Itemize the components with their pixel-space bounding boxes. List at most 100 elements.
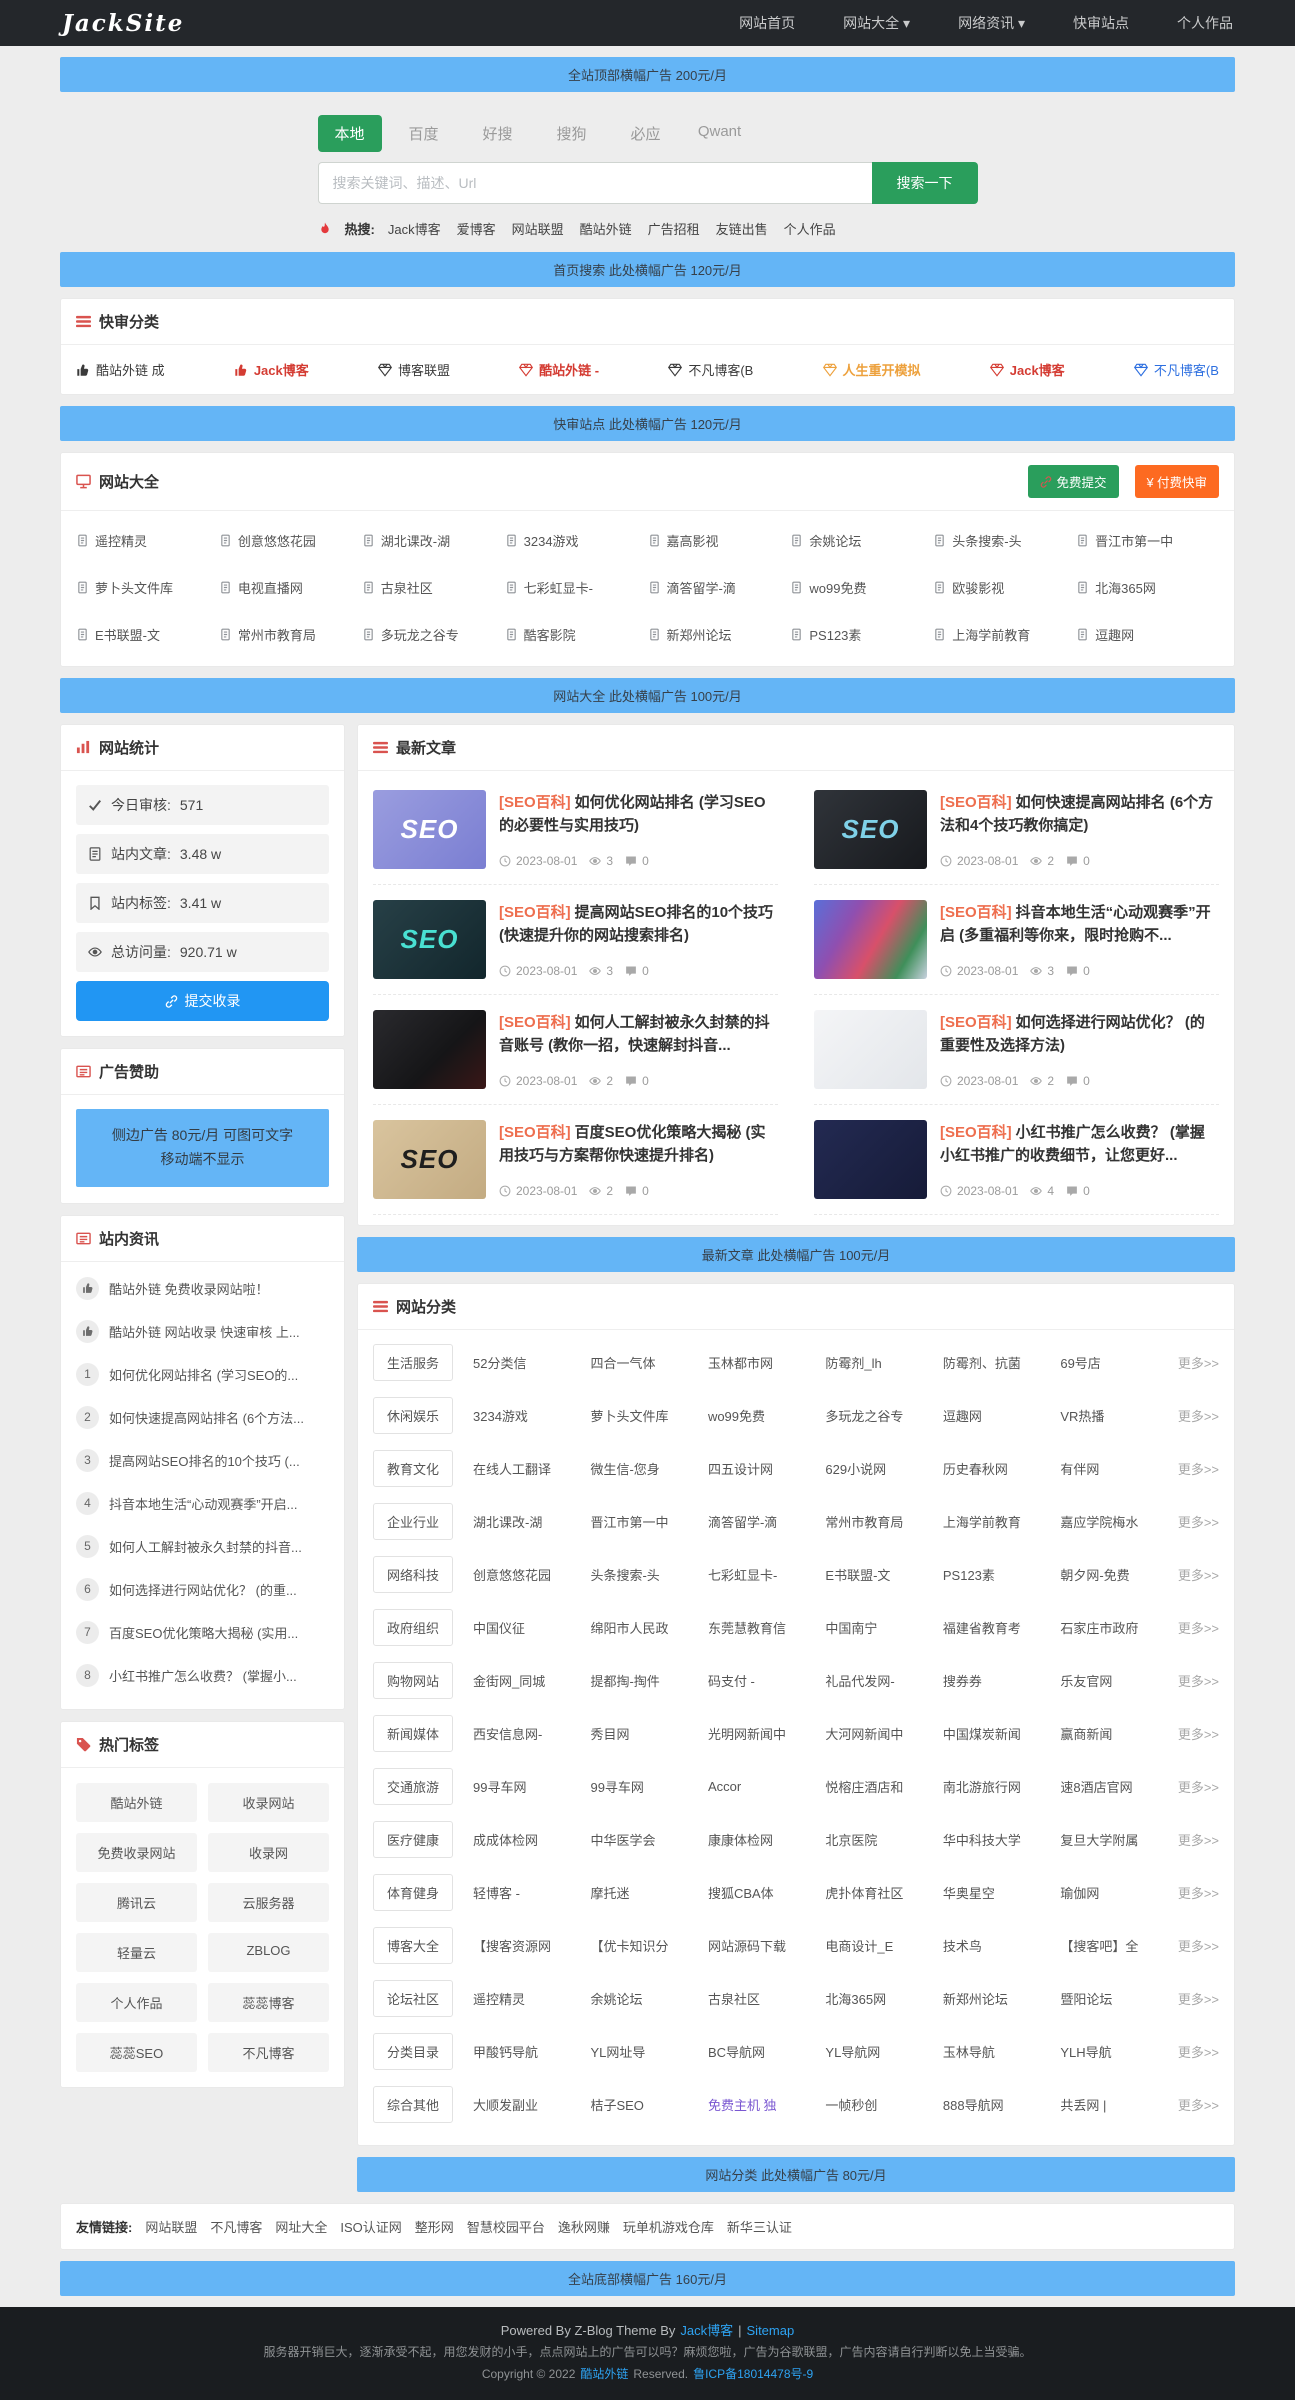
category-site-link[interactable]: 福建省教育考 [943, 1618, 1060, 1637]
hot-search-link[interactable]: 酷站外链 [580, 219, 632, 238]
tag-item[interactable]: 腾讯云 [76, 1883, 197, 1922]
category-site-link[interactable]: 大河网新闻中 [825, 1724, 942, 1743]
site-link[interactable]: 晋江市第一中 [1076, 531, 1219, 550]
article-title[interactable]: [SEO百科]百度SEO优化策略大揭秘 (实用技巧与方案帮你快速提升排名) [499, 1121, 778, 1168]
category-site-link[interactable]: 99寻车网 [590, 1777, 707, 1796]
category-site-link[interactable]: 中国煤炭新闻 [943, 1724, 1060, 1743]
quick-category-item[interactable]: 人生重开模拟 [823, 360, 921, 379]
category-site-link[interactable]: 桔子SEO [590, 2095, 707, 2114]
category-site-link[interactable]: 技术鸟 [943, 1936, 1060, 1955]
category-site-link[interactable]: 绵阳市人民政 [590, 1618, 707, 1637]
category-site-link[interactable]: 888导航网 [943, 2095, 1060, 2114]
nav-item[interactable]: 网站大全 ▾ [843, 13, 910, 33]
category-badge[interactable]: 新闻媒体 [373, 1715, 453, 1752]
search-tab[interactable]: 本地 [318, 115, 382, 152]
search-tab[interactable]: Qwant [688, 115, 752, 152]
search-button[interactable]: 搜索一下 [872, 162, 978, 204]
category-site-link[interactable]: 新郑州论坛 [943, 1989, 1060, 2008]
category-site-link[interactable]: 52分类信 [473, 1353, 590, 1372]
category-badge[interactable]: 休闲娱乐 [373, 1397, 453, 1434]
tag-item[interactable]: 不凡博客 [208, 2033, 329, 2072]
category-site-link[interactable]: 暨阳论坛 [1060, 1989, 1177, 2008]
category-site-link[interactable]: 朝夕网-免费 [1060, 1565, 1177, 1584]
category-site-link[interactable]: 速8酒店官网 [1060, 1777, 1177, 1796]
article-title[interactable]: [SEO百科]如何选择进行网站优化？ (的重要性及选择方法) [940, 1011, 1219, 1058]
site-link[interactable]: 滴答留学-滴 [648, 578, 791, 597]
more-link[interactable]: 更多>> [1178, 1618, 1219, 1637]
free-submit-button[interactable]: 免费提交 [1028, 465, 1119, 498]
more-link[interactable]: 更多>> [1178, 2095, 1219, 2114]
news-item[interactable]: 6 如何选择进行网站优化？ (的重... [76, 1568, 329, 1611]
more-link[interactable]: 更多>> [1178, 1724, 1219, 1743]
tag-item[interactable]: 云服务器 [208, 1883, 329, 1922]
category-site-link[interactable]: 礼品代发网- [825, 1671, 942, 1690]
category-site-link[interactable]: 滴答留学-滴 [708, 1512, 825, 1531]
category-site-link[interactable]: YL导航网 [825, 2042, 942, 2061]
category-site-link[interactable]: 南北游旅行网 [943, 1777, 1060, 1796]
site-link[interactable]: 创意悠悠花园 [219, 531, 362, 550]
category-site-link[interactable]: 玉林导航 [943, 2042, 1060, 2061]
site-link[interactable]: 常州市教育局 [219, 625, 362, 644]
category-site-link[interactable]: 遥控精灵 [473, 1989, 590, 2008]
category-badge[interactable]: 网络科技 [373, 1556, 453, 1593]
category-site-link[interactable]: 石家庄市政府 [1060, 1618, 1177, 1637]
hot-search-link[interactable]: 网站联盟 [512, 219, 564, 238]
article-title[interactable]: [SEO百科]如何人工解封被永久封禁的抖音账号 (教你一招，快速解封抖音... [499, 1011, 778, 1058]
search-tab[interactable]: 好搜 [466, 115, 530, 152]
category-site-link[interactable]: 3234游戏 [473, 1406, 590, 1425]
category-site-link[interactable]: 晋江市第一中 [590, 1512, 707, 1531]
news-item[interactable]: 1 如何优化网站排名 (学习SEO的... [76, 1353, 329, 1396]
site-logo[interactable]: JackSite [62, 10, 184, 37]
category-site-link[interactable]: 金街网_同城 [473, 1671, 590, 1690]
more-link[interactable]: 更多>> [1178, 1459, 1219, 1478]
category-site-link[interactable]: 一帧秒创 [825, 2095, 942, 2114]
tag-item[interactable]: 酷站外链 [76, 1783, 197, 1822]
site-link[interactable]: 遥控精灵 [76, 531, 219, 550]
site-link[interactable]: 头条搜索-头 [933, 531, 1076, 550]
category-badge[interactable]: 论坛社区 [373, 1980, 453, 2017]
article-thumbnail[interactable] [814, 1120, 927, 1199]
category-badge[interactable]: 购物网站 [373, 1662, 453, 1699]
category-site-link[interactable]: 玉林都市网 [708, 1353, 825, 1372]
category-site-link[interactable]: 码支付 - [708, 1671, 825, 1690]
category-site-link[interactable]: 629小说网 [825, 1459, 942, 1478]
tag-item[interactable]: 免费收录网站 [76, 1833, 197, 1872]
tag-item[interactable]: 收录网站 [208, 1783, 329, 1822]
category-site-link[interactable]: 【搜客资源网 [473, 1936, 590, 1955]
category-site-link[interactable]: 在线人工翻译 [473, 1459, 590, 1478]
footer-site-link[interactable]: 酷站外链 [580, 2364, 628, 2386]
site-link[interactable]: E书联盟-文 [76, 625, 219, 644]
category-site-link[interactable]: wo99免费 [708, 1406, 825, 1425]
category-site-link[interactable]: 大顺发副业 [473, 2095, 590, 2114]
tag-item[interactable]: 蕊蕊SEO [76, 2033, 197, 2072]
site-link[interactable]: wo99免费 [790, 578, 933, 597]
news-item[interactable]: 8 小红书推广怎么收费？ (掌握小... [76, 1654, 329, 1697]
search-tab[interactable]: 搜狗 [540, 115, 604, 152]
category-site-link[interactable]: 免费主机 独 [708, 2095, 825, 2114]
theme-author-link[interactable]: Jack博客 [680, 2319, 733, 2342]
site-link[interactable]: 欧骏影视 [933, 578, 1076, 597]
category-site-link[interactable]: 共丢网 | [1060, 2095, 1177, 2114]
category-site-link[interactable]: 萝卜头文件库 [590, 1406, 707, 1425]
site-link[interactable]: 湖北课改-湖 [362, 531, 505, 550]
tag-item[interactable]: 轻量云 [76, 1933, 197, 1972]
category-site-link[interactable]: 搜狐CBA体 [708, 1883, 825, 1902]
category-badge[interactable]: 综合其他 [373, 2086, 453, 2123]
search-input[interactable] [318, 162, 872, 204]
tag-item[interactable]: 收录网 [208, 1833, 329, 1872]
nav-item[interactable]: 个人作品 [1177, 13, 1233, 33]
category-badge[interactable]: 分类目录 [373, 2033, 453, 2070]
category-site-link[interactable]: 逗趣网 [943, 1406, 1060, 1425]
site-link[interactable]: 七彩虹显卡- [505, 578, 648, 597]
category-site-link[interactable]: 【搜客吧】全 [1060, 1936, 1177, 1955]
category-site-link[interactable]: YLH导航 [1060, 2042, 1177, 2061]
hot-search-link[interactable]: 爱博客 [457, 219, 496, 238]
more-link[interactable]: 更多>> [1178, 1406, 1219, 1425]
article-title[interactable]: [SEO百科]提高网站SEO排名的10个技巧 (快速提升你的网站搜索排名) [499, 901, 778, 948]
category-site-link[interactable]: 电商设计_E [825, 1936, 942, 1955]
category-badge[interactable]: 医疗健康 [373, 1821, 453, 1858]
site-link[interactable]: 余姚论坛 [790, 531, 933, 550]
article-title[interactable]: [SEO百科]小红书推广怎么收费？ (掌握小红书推广的收费细节，让您更好... [940, 1121, 1219, 1168]
category-site-link[interactable]: 头条搜索-头 [590, 1565, 707, 1584]
nav-item[interactable]: 网络资讯 ▾ [958, 13, 1025, 33]
